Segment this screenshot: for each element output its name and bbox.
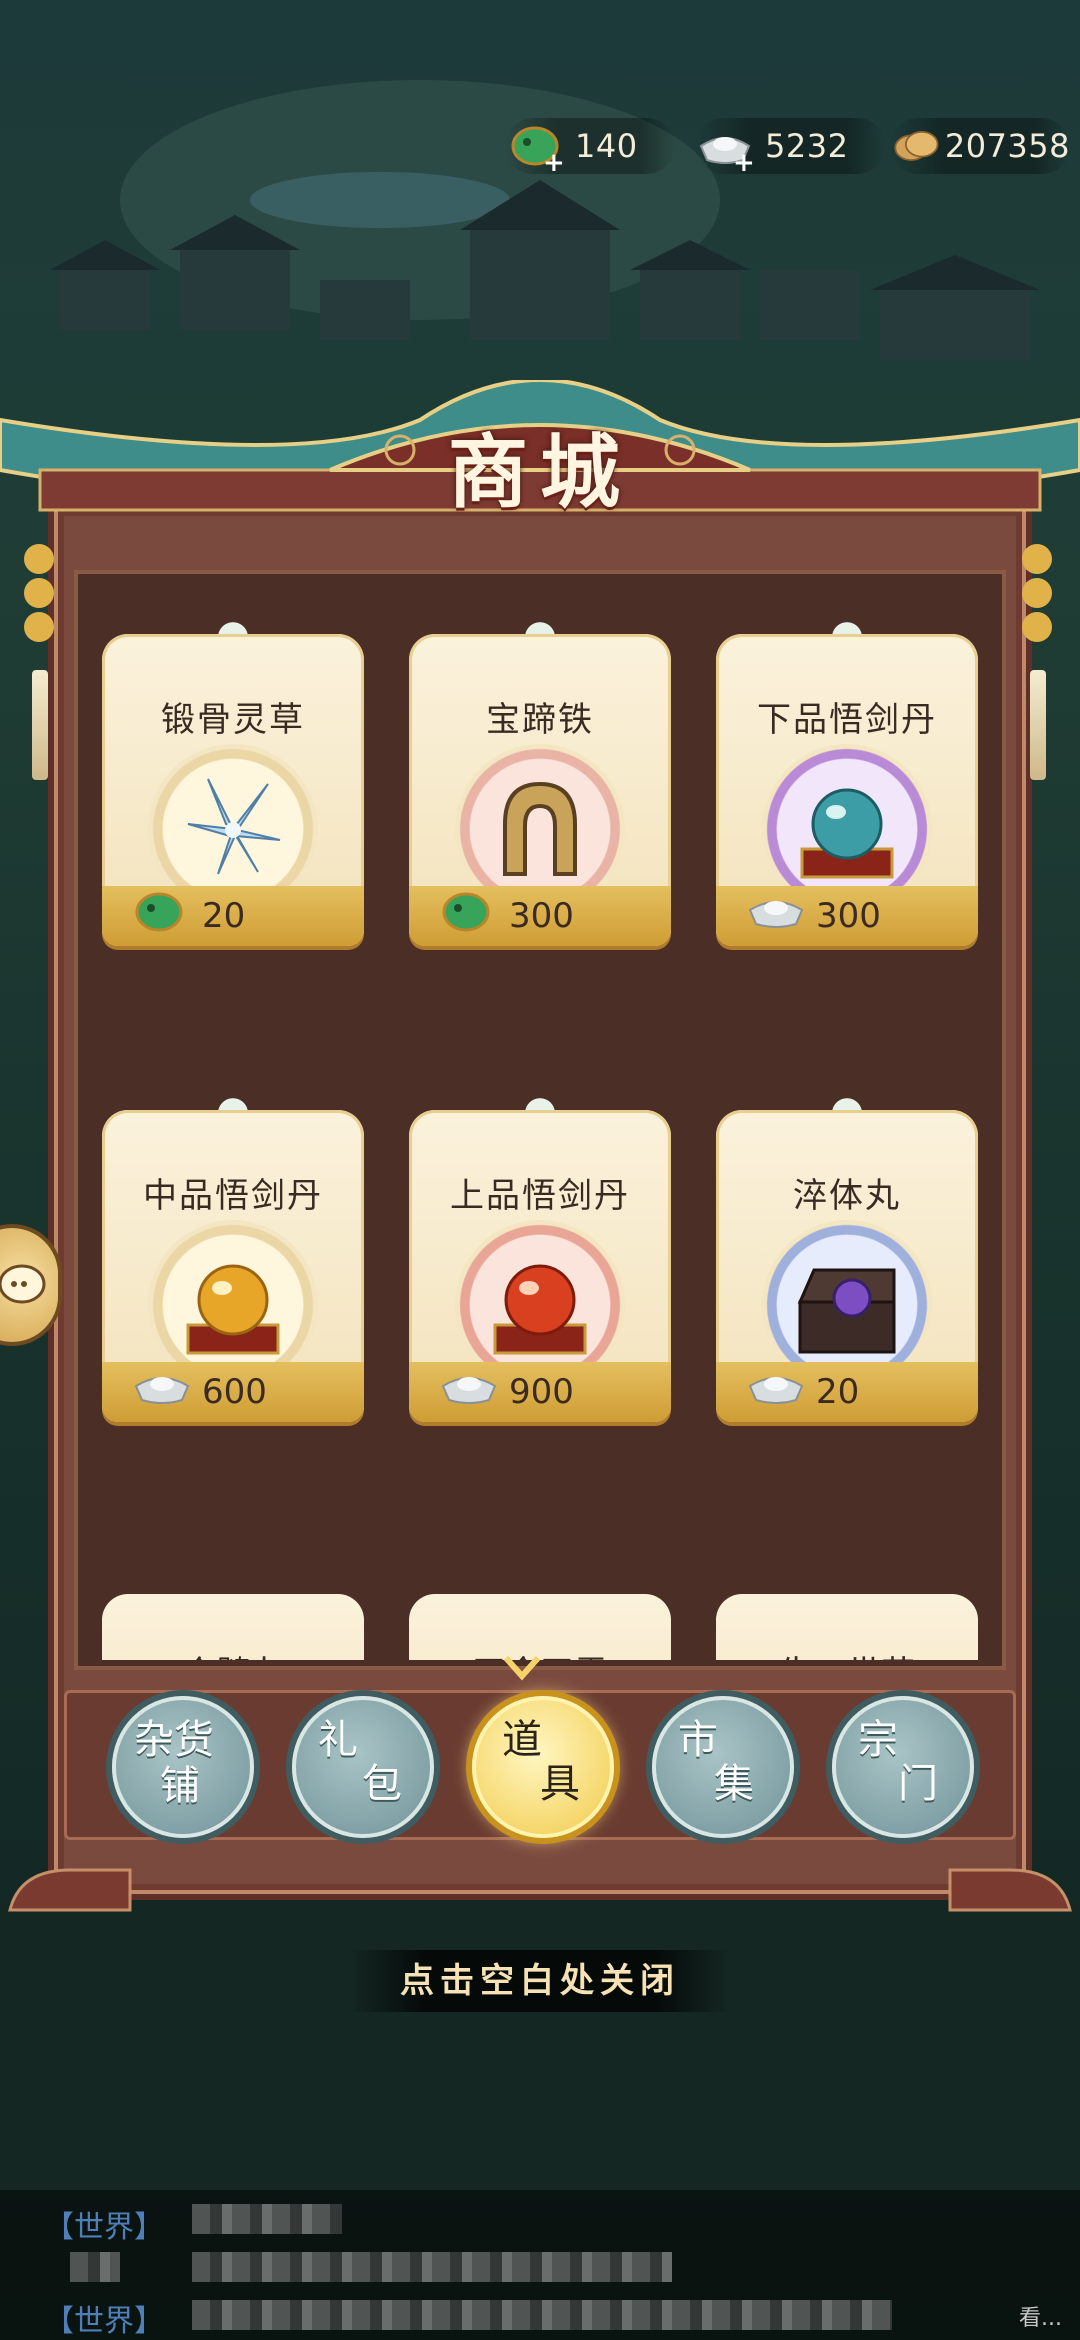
item-price: 300 bbox=[816, 896, 881, 936]
shop-item-card-partial[interactable]: 仓髓丸 bbox=[102, 1570, 364, 1660]
item-price: 20 bbox=[816, 1372, 860, 1412]
item-grid-panel[interactable]: 锻骨灵草 20 宝蹄铁 300 下品悟剑丹 300 中品悟剑丹 600 上品悟剑… bbox=[74, 570, 1006, 1670]
jade-fish-icon bbox=[135, 892, 183, 932]
item-name: 仓髓丸 bbox=[102, 1646, 364, 1660]
tab-label: 宗 bbox=[858, 1717, 898, 1763]
item-price: 900 bbox=[509, 1372, 574, 1412]
jade-amount: 140 bbox=[575, 127, 638, 165]
tab-label: 包 bbox=[362, 1761, 402, 1807]
item-name: 下品悟剑丹 bbox=[757, 700, 937, 740]
close-hint[interactable]: 点击空白处关闭 bbox=[350, 1950, 730, 2012]
shop-item-card[interactable]: 锻骨灵草 20 bbox=[102, 610, 364, 946]
tab-label: 市 bbox=[678, 1717, 718, 1763]
tab-sect[interactable]: 宗 门 bbox=[832, 1696, 974, 1838]
tab-label: 礼 bbox=[318, 1717, 358, 1763]
jade-fish-icon bbox=[442, 892, 490, 932]
tab-gift-pack[interactable]: 礼 包 bbox=[292, 1696, 434, 1838]
shop-item-card[interactable]: 中品悟剑丹 600 bbox=[102, 1086, 364, 1422]
silver-ingot-icon bbox=[134, 1377, 190, 1404]
item-name: 宝蹄铁 bbox=[486, 700, 594, 740]
shop-item-card[interactable]: 宝蹄铁 300 bbox=[409, 610, 671, 946]
left-pendant-coins bbox=[24, 540, 54, 646]
shop-item-card[interactable]: 下品悟剑丹 300 bbox=[716, 610, 978, 946]
item-price: 20 bbox=[202, 896, 246, 936]
item-price: 600 bbox=[202, 1372, 267, 1412]
chat-message-obscured bbox=[192, 2252, 672, 2282]
tab-label: 杂货 bbox=[134, 1717, 214, 1763]
tab-market[interactable]: 市 集 bbox=[652, 1696, 794, 1838]
silver-add-icon[interactable]: + bbox=[733, 148, 755, 178]
right-tassel bbox=[1030, 670, 1046, 780]
tab-label: 铺 bbox=[160, 1763, 200, 1809]
tab-general-store[interactable]: 杂货 铺 bbox=[112, 1696, 254, 1838]
item-name: 锻骨灵草 bbox=[161, 700, 305, 740]
world-chat-panel[interactable]: 【世界】 【世界】 看... bbox=[0, 2190, 1080, 2340]
chat-more-label[interactable]: 看... bbox=[1019, 2300, 1062, 2332]
cabinet-feet bbox=[8, 1868, 1072, 1912]
shop-title: 商城 bbox=[448, 425, 632, 519]
shop-item-card-partial[interactable]: 生一世花 bbox=[716, 1570, 978, 1660]
shop-item-card-partial[interactable]: 天今天雷 bbox=[409, 1570, 671, 1660]
copper-currency: 207358 bbox=[890, 118, 1070, 174]
right-pendant-coins bbox=[1022, 540, 1052, 646]
side-chat-button[interactable] bbox=[0, 1228, 58, 1342]
jade-add-icon[interactable]: + bbox=[543, 148, 565, 178]
tab-label: 门 bbox=[898, 1761, 938, 1807]
chat-channel-tag: 【世界】 bbox=[44, 2304, 164, 2339]
chat-bubble-icon bbox=[0, 1264, 46, 1304]
item-price: 300 bbox=[509, 896, 574, 936]
left-tassel bbox=[32, 670, 48, 780]
chat-message-obscured bbox=[192, 2300, 892, 2330]
active-tab-chevron-icon bbox=[502, 1654, 542, 1684]
silver-ingot-icon bbox=[748, 901, 804, 928]
tab-label: 集 bbox=[714, 1761, 754, 1807]
item-name: 上品悟剑丹 bbox=[450, 1176, 630, 1216]
item-name: 生一世花 bbox=[716, 1646, 978, 1660]
silver-ingot-icon bbox=[441, 1377, 497, 1404]
silver-currency[interactable]: + 5232 bbox=[695, 118, 885, 178]
item-name: 淬体丸 bbox=[793, 1176, 901, 1216]
silver-amount: 5232 bbox=[765, 127, 849, 165]
chat-message-obscured bbox=[192, 2204, 342, 2234]
copper-amount: 207358 bbox=[944, 127, 1070, 165]
shop-item-card[interactable]: 淬体丸 20 bbox=[716, 1086, 978, 1422]
copper-coin-icon bbox=[894, 131, 939, 161]
shop-item-card[interactable]: 上品悟剑丹 900 bbox=[409, 1086, 671, 1422]
chat-message-obscured bbox=[70, 2252, 120, 2282]
item-name: 中品悟剑丹 bbox=[143, 1176, 323, 1216]
silver-ingot-icon bbox=[748, 1377, 804, 1404]
tab-label: 具 bbox=[540, 1761, 580, 1807]
tab-items[interactable]: 道 具 bbox=[472, 1696, 614, 1838]
tab-label: 道 bbox=[502, 1717, 542, 1763]
jade-currency[interactable]: + 140 bbox=[505, 118, 675, 178]
chat-channel-tag: 【世界】 bbox=[44, 2210, 164, 2245]
